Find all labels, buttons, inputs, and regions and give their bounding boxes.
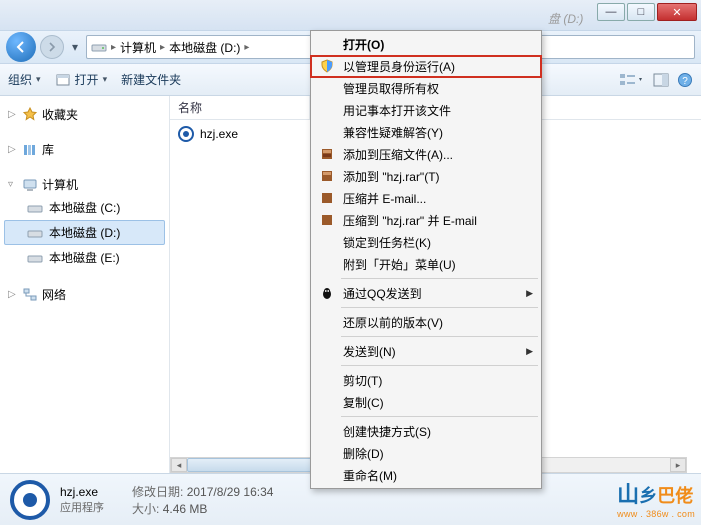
sidebar-computer[interactable]: ▿ 计算机 — [4, 174, 165, 195]
drive-icon — [91, 39, 107, 55]
winrar-icon — [317, 166, 337, 186]
network-icon — [22, 287, 38, 303]
ctx-open-notepad[interactable]: 用记事本打开该文件 — [313, 99, 539, 121]
ctx-add-rar[interactable]: 添加到 "hzj.rar"(T) — [313, 165, 539, 187]
ctx-pin-start[interactable]: 附到「开始」菜单(U) — [313, 253, 539, 275]
chevron-right-icon: ▷ — [8, 289, 18, 300]
ctx-admin-ownership[interactable]: 管理员取得所有权 — [313, 77, 539, 99]
scroll-left-icon[interactable]: ◂ — [171, 458, 187, 472]
winrar-icon — [317, 210, 337, 230]
sidebar-network[interactable]: ▷ 网络 — [4, 284, 165, 305]
sidebar-drive-d[interactable]: 本地磁盘 (D:) — [4, 220, 165, 245]
help-icon[interactable]: ? — [677, 72, 693, 88]
sidebar-drive-e[interactable]: 本地磁盘 (E:) — [4, 245, 165, 270]
exe-icon — [178, 126, 194, 142]
ctx-zip-email[interactable]: 压缩并 E-mail... — [313, 187, 539, 209]
scroll-right-icon[interactable]: ▸ — [670, 458, 686, 472]
history-dropdown[interactable]: ▾ — [68, 38, 82, 56]
ctx-copy[interactable]: 复制(C) — [313, 391, 539, 413]
back-button[interactable] — [6, 32, 36, 62]
ctx-compat-troubleshoot[interactable]: 兼容性疑难解答(Y) — [313, 121, 539, 143]
ctx-pin-taskbar[interactable]: 锁定到任务栏(K) — [313, 231, 539, 253]
forward-button[interactable] — [40, 35, 64, 59]
sidebar-favorites[interactable]: ▷ 收藏夹 — [4, 104, 165, 125]
ctx-send-to[interactable]: 发送到(N) — [313, 340, 539, 362]
sidebar-drive-c[interactable]: 本地磁盘 (C:) — [4, 195, 165, 220]
drive-icon — [27, 250, 43, 266]
detail-modified-value: 2017/8/29 16:34 — [187, 485, 274, 499]
file-name: hzj.exe — [200, 127, 238, 141]
watermark: 山乡巴佬 www . 386w . com — [617, 477, 695, 519]
drive-icon — [27, 225, 43, 241]
sidebar-libraries[interactable]: ▷ 库 — [4, 139, 165, 160]
column-name[interactable]: 名称 — [170, 96, 310, 119]
context-menu: 打开(O) 以管理员身份运行(A) 管理员取得所有权 用记事本打开该文件 兼容性… — [310, 30, 542, 489]
close-button[interactable]: ✕ — [657, 3, 697, 21]
chevron-right-icon: ▷ — [8, 144, 18, 155]
ctx-qq-send[interactable]: 通过QQ发送到 — [313, 282, 539, 304]
qq-icon — [317, 283, 337, 303]
separator — [341, 416, 538, 417]
exe-icon — [10, 480, 50, 520]
ctx-create-shortcut[interactable]: 创建快捷方式(S) — [313, 420, 539, 442]
preview-pane-icon[interactable] — [653, 72, 669, 88]
chevron-right-icon: ▷ — [8, 109, 18, 120]
separator — [341, 336, 538, 337]
detail-size-value: 4.46 MB — [163, 502, 208, 516]
computer-icon — [22, 177, 38, 193]
ctx-cut[interactable]: 剪切(T) — [313, 369, 539, 391]
view-toggle-icon[interactable] — [619, 72, 645, 88]
ctx-restore-versions[interactable]: 还原以前的版本(V) — [313, 311, 539, 333]
separator — [341, 307, 538, 308]
ctx-run-as-admin[interactable]: 以管理员身份运行(A) — [313, 55, 539, 77]
detail-size-label: 大小: — [132, 502, 159, 516]
chevron-right-icon: ▸ — [244, 42, 249, 53]
ctx-open[interactable]: 打开(O) — [313, 33, 539, 55]
minimize-button[interactable]: — — [597, 3, 625, 21]
ctx-delete[interactable]: 删除(D) — [313, 442, 539, 464]
sidebar: ▷ 收藏夹 ▷ 库 ▿ 计算机 — [0, 96, 170, 473]
search-placeholder-ghost: 盘 (D:) — [548, 10, 583, 27]
open-icon — [55, 72, 71, 88]
ctx-rename[interactable]: 重命名(M) — [313, 464, 539, 486]
chevron-right-icon: ▸ — [111, 42, 116, 53]
organize-button[interactable]: 组织▾ — [8, 71, 41, 88]
separator — [341, 278, 538, 279]
new-folder-button[interactable]: 新建文件夹 — [121, 71, 181, 88]
winrar-icon — [317, 144, 337, 164]
ctx-add-archive[interactable]: 添加到压缩文件(A)... — [313, 143, 539, 165]
svg-text:?: ? — [682, 76, 688, 87]
chevron-right-icon: ▸ — [160, 42, 165, 53]
star-icon — [22, 107, 38, 123]
chevron-down-icon: ▿ — [8, 179, 18, 190]
detail-filename: hzj.exe — [60, 484, 104, 500]
winrar-icon — [317, 188, 337, 208]
breadcrumb-drive[interactable]: 本地磁盘 (D:) — [169, 39, 240, 56]
drive-icon — [27, 200, 43, 216]
detail-modified-label: 修改日期: — [132, 485, 183, 499]
maximize-button[interactable]: □ — [627, 3, 655, 21]
open-button[interactable]: 打开▾ — [55, 71, 108, 88]
ctx-zip-rar-email[interactable]: 压缩到 "hzj.rar" 并 E-mail — [313, 209, 539, 231]
separator — [341, 365, 538, 366]
breadcrumb-computer[interactable]: 计算机 — [120, 39, 156, 56]
library-icon — [22, 142, 38, 158]
shield-icon — [317, 56, 337, 76]
detail-filetype: 应用程序 — [60, 500, 104, 516]
titlebar: — □ ✕ — [0, 0, 701, 30]
